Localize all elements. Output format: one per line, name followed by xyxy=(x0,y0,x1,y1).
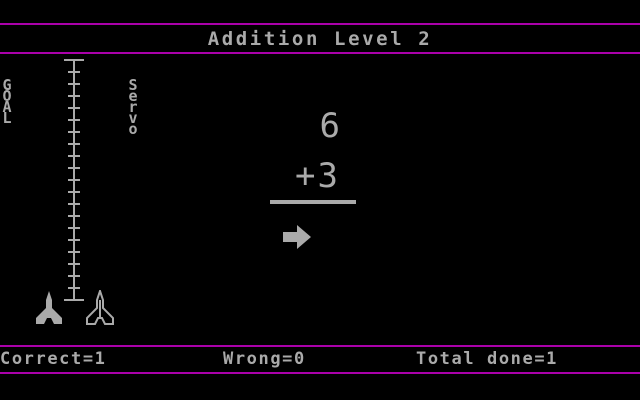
servo-ship-icon xyxy=(86,290,114,325)
title-border-line xyxy=(0,52,640,54)
servo-label: Servo xyxy=(128,76,138,138)
page-title: Addition Level 2 xyxy=(207,28,433,50)
game-screen: { "header": { "title": "Addition Level 2… xyxy=(0,0,640,400)
progress-ruler xyxy=(64,59,84,301)
wrong-count: Wrong=0 xyxy=(223,349,306,369)
goal-ship-icon xyxy=(36,291,62,324)
goal-label: GOAL xyxy=(2,76,12,127)
status-bottom-border xyxy=(0,372,640,374)
sum-line xyxy=(270,200,356,204)
operand-bottom: +3 xyxy=(295,156,340,196)
total-done-count: Total done=1 xyxy=(416,349,559,369)
top-border-line xyxy=(0,23,640,25)
operand-top: 6 xyxy=(319,106,340,146)
status-top-border xyxy=(0,345,640,347)
arrow-right-icon xyxy=(283,225,311,249)
correct-count: Correct=1 xyxy=(0,349,107,369)
